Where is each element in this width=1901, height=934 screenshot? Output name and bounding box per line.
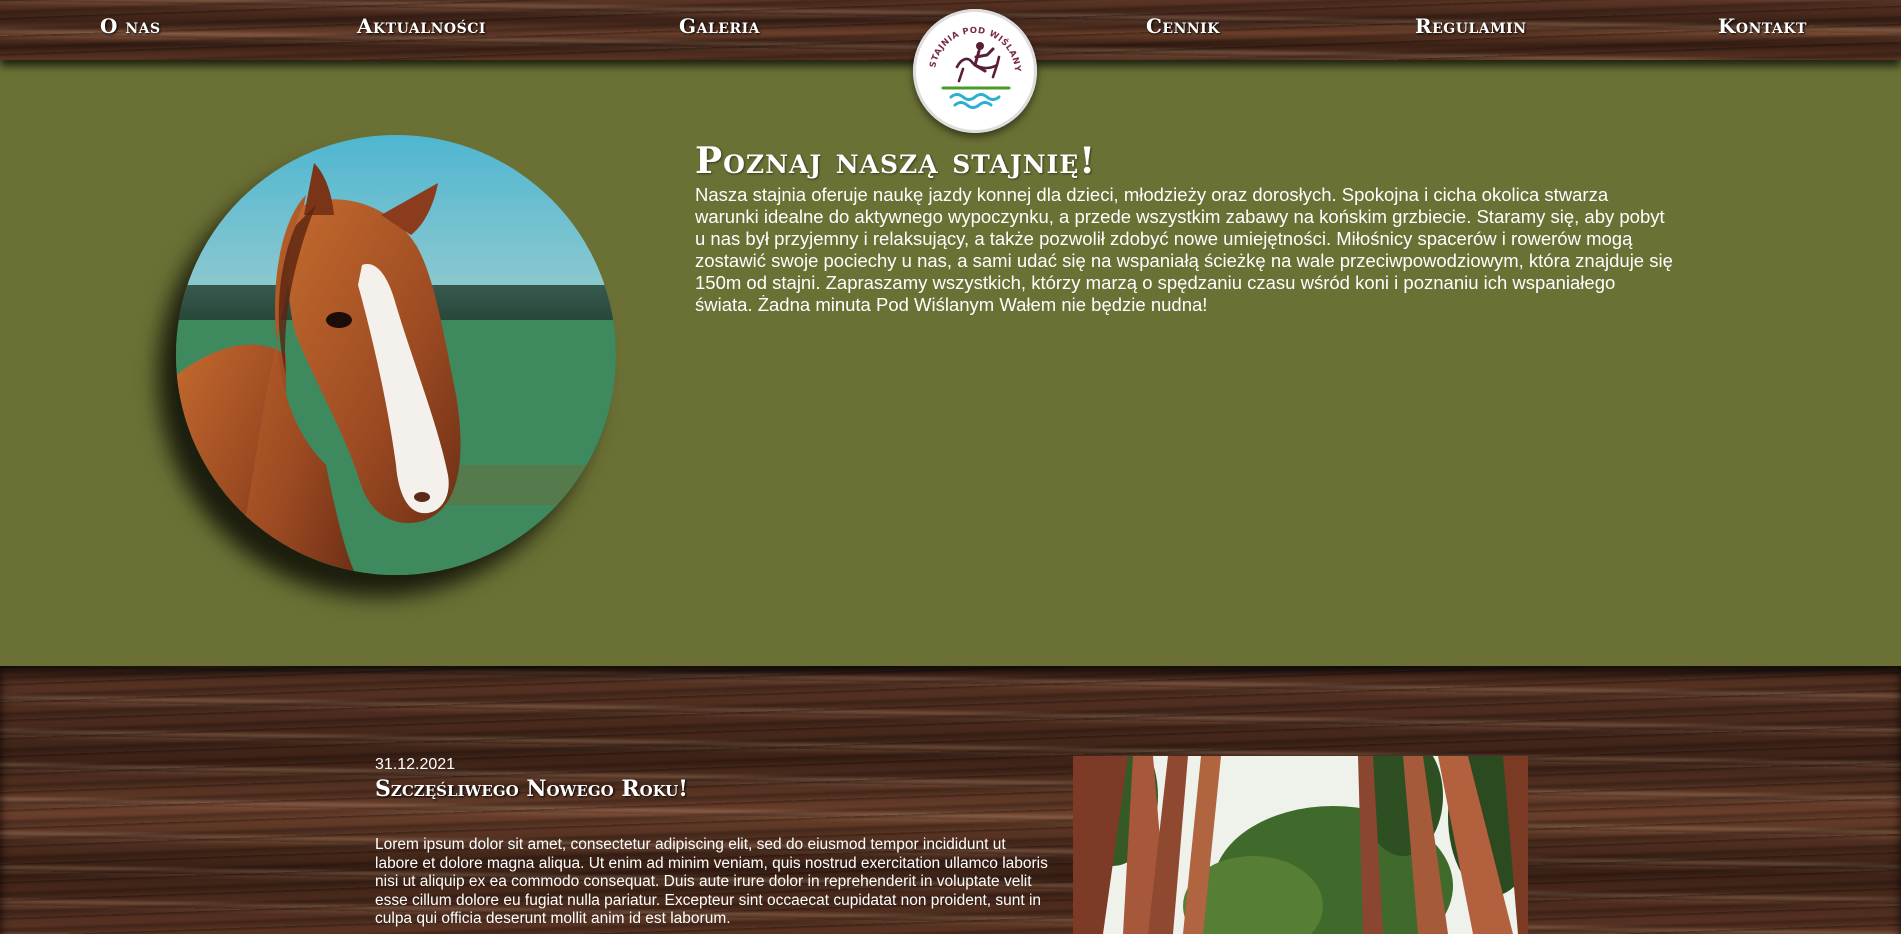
about-section: Poznaj naszą stajnię! Nasza stajnia ofer… bbox=[0, 60, 1901, 666]
news-date: 31.12.2021 bbox=[375, 756, 456, 773]
logo-text: STAJNIA POD WIŚLANYM WAŁEM bbox=[913, 9, 1022, 73]
rider-horse-icon: STAJNIA POD WIŚLANYM WAŁEM bbox=[913, 9, 1022, 109]
horse-image bbox=[176, 135, 616, 575]
horse-photo bbox=[176, 135, 616, 575]
nav-item-regulamin[interactable]: Regulamin bbox=[1415, 14, 1527, 38]
nav-item-o-nas[interactable]: O nas bbox=[100, 14, 161, 38]
news-photo[interactable] bbox=[1073, 756, 1528, 934]
about-title: Poznaj naszą stajnię! bbox=[695, 140, 1097, 182]
news-title[interactable]: Szczęśliwego Nowego Roku! bbox=[375, 776, 688, 802]
about-description: Nasza stajnia oferuje naukę jazdy konnej… bbox=[695, 184, 1673, 315]
stable-logo[interactable]: STAJNIA POD WIŚLANYM WAŁEM bbox=[913, 9, 1037, 133]
svg-text:STAJNIA POD WIŚLANYM WAŁEM: STAJNIA POD WIŚLANYM WAŁEM bbox=[913, 9, 1022, 73]
news-body: Lorem ipsum dolor sit amet, consectetur … bbox=[375, 836, 1048, 927]
nav-item-aktualnosci[interactable]: Aktualności bbox=[357, 14, 486, 38]
news-section: 31.12.2021 Szczęśliwego Nowego Roku! Lor… bbox=[0, 666, 1901, 934]
nav-item-cennik[interactable]: Cennik bbox=[1146, 14, 1220, 38]
nav-item-kontakt[interactable]: Kontakt bbox=[1718, 14, 1807, 38]
nav-item-galeria[interactable]: Galeria bbox=[679, 14, 760, 38]
forest-image bbox=[1073, 756, 1528, 934]
